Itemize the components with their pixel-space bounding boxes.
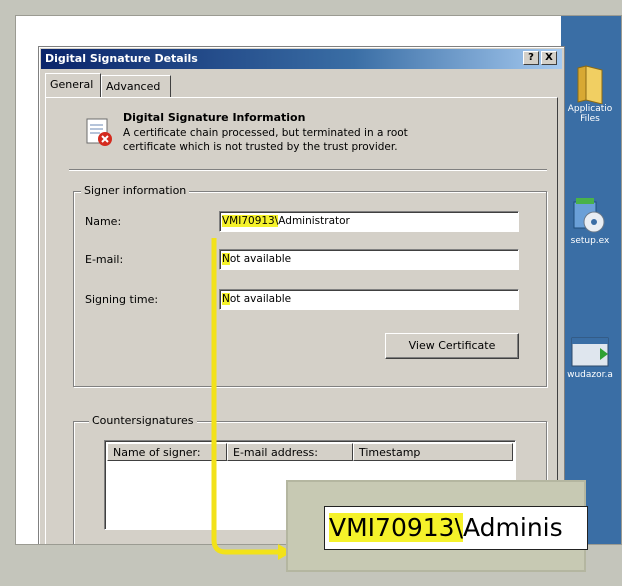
zoomed-rest: Adminis <box>463 513 563 542</box>
tab-general[interactable]: General <box>45 73 101 97</box>
zoomed-name-field: VMI70913\Adminis <box>324 506 588 550</box>
zoomed-highlight: VMI70913\ <box>329 513 463 542</box>
screenshot-frame: Applicatio Files setup.ex wudazor.a Digi… <box>0 0 622 586</box>
zoom-callout: VMI70913\Adminis <box>286 480 588 572</box>
